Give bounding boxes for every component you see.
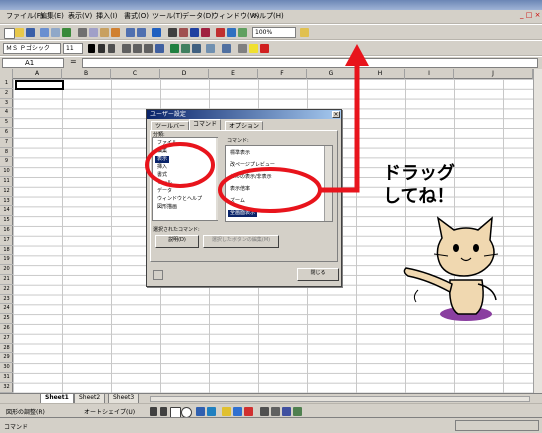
drag-arrow-head bbox=[345, 44, 369, 66]
cat-mascot-icon bbox=[403, 216, 499, 321]
highlight-circle-category bbox=[145, 142, 215, 188]
cat-eye-right bbox=[473, 244, 479, 252]
cat-eye-left bbox=[453, 244, 459, 252]
cat-body bbox=[448, 279, 484, 315]
cat-motion-line bbox=[413, 289, 419, 303]
highlight-circle-command bbox=[218, 167, 322, 213]
cat-head bbox=[436, 216, 495, 277]
annotation-line-2: してね！ bbox=[383, 186, 455, 207]
cat-arm bbox=[403, 267, 453, 294]
drag-arrow-line bbox=[318, 62, 360, 193]
